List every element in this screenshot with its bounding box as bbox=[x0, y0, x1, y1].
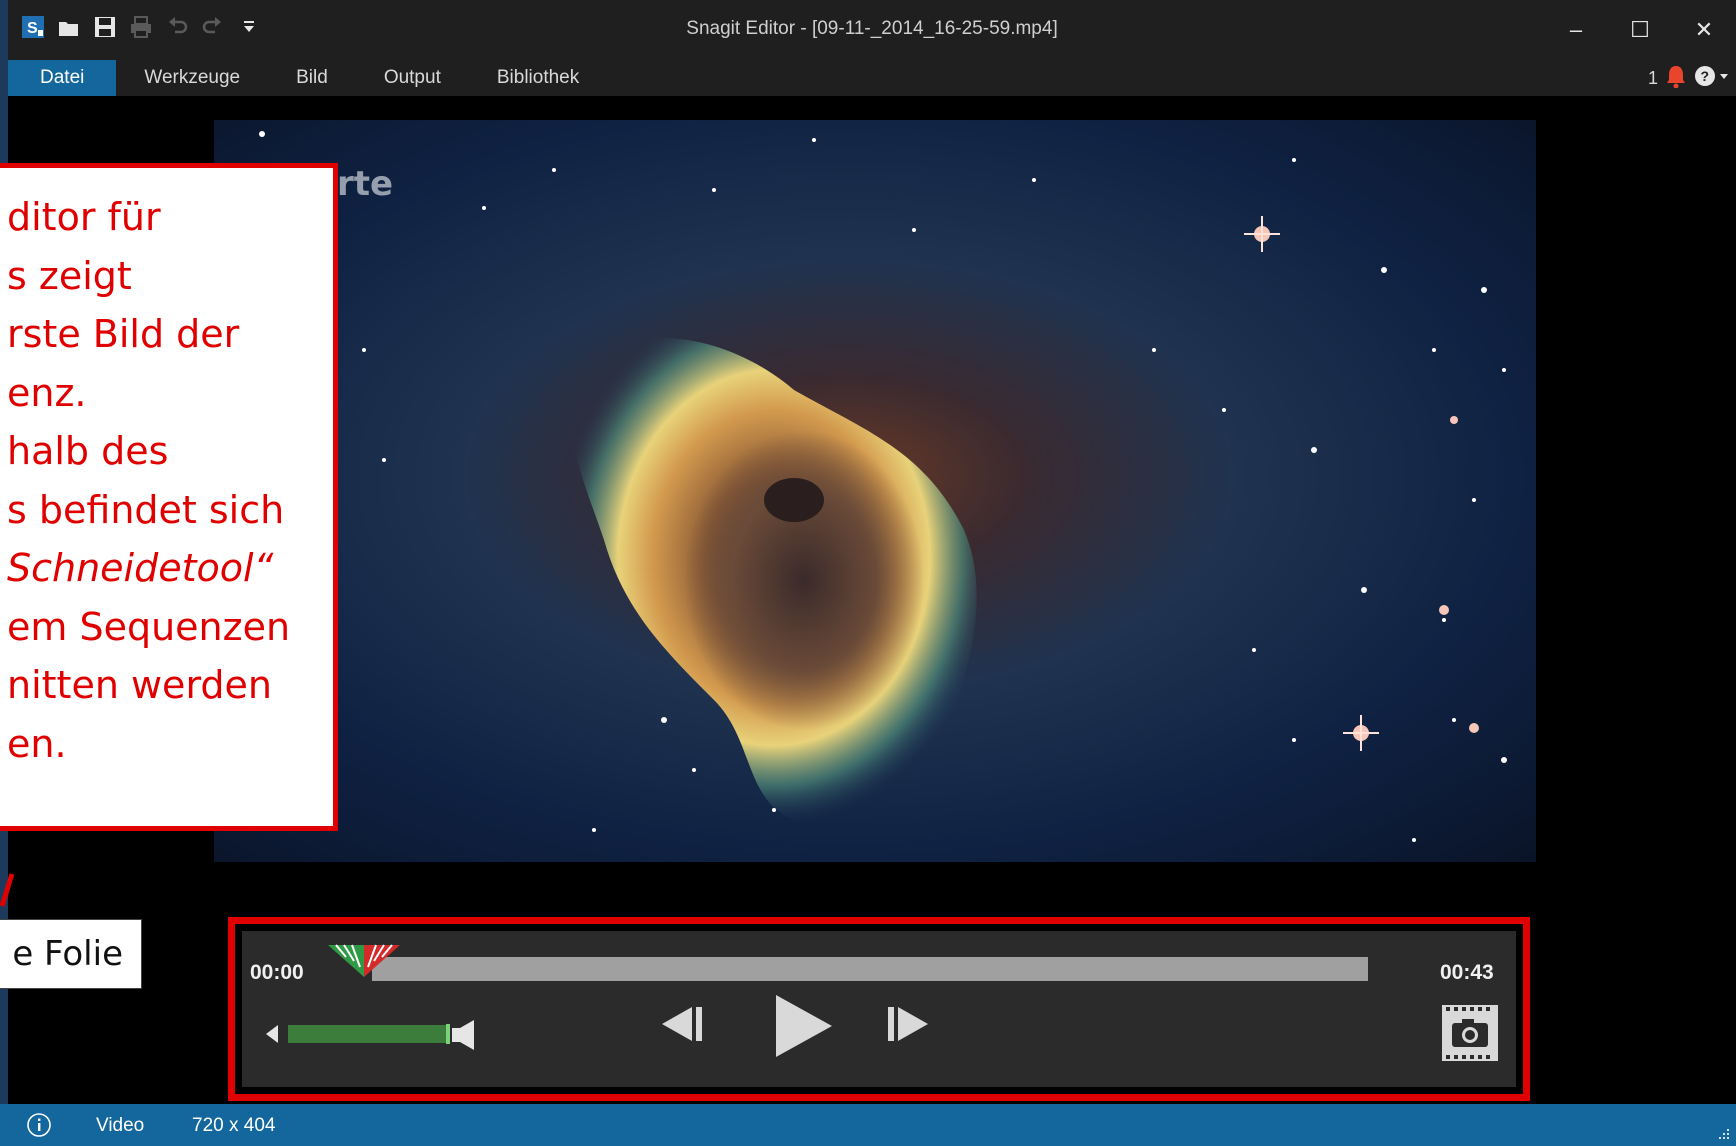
play-button[interactable] bbox=[772, 991, 836, 1061]
callout-italic-text: Schneidetool“ bbox=[7, 546, 274, 590]
help-icon[interactable]: ? bbox=[1694, 65, 1730, 92]
maximize-button[interactable]: ☐ bbox=[1608, 10, 1672, 50]
previous-frame-button[interactable] bbox=[658, 999, 708, 1049]
menu-bibliothek[interactable]: Bibliothek bbox=[469, 60, 607, 96]
media-type: Video bbox=[96, 1115, 145, 1136]
close-button[interactable]: ✕ bbox=[1672, 10, 1736, 50]
callout-line: s befindet sich bbox=[7, 487, 285, 532]
resize-grip-icon[interactable] bbox=[1718, 1128, 1730, 1140]
menu-datei[interactable]: Datei bbox=[8, 60, 117, 96]
callout-line: enz. bbox=[7, 370, 87, 415]
callout-line: rste Bild der bbox=[7, 312, 240, 356]
video-player-controls: 00:00 00:43 bbox=[242, 931, 1516, 1087]
minimize-button[interactable]: – bbox=[1544, 10, 1608, 50]
callout-line: s zeigt bbox=[7, 253, 132, 298]
bell-icon[interactable] bbox=[1666, 64, 1686, 93]
window-title: Snagit Editor - [09-11-_2014_16-25-59.mp… bbox=[686, 18, 1058, 39]
title-bar: S Snagit Editor - [09-11-_2014_16-25-59.… bbox=[8, 0, 1736, 60]
notification-count: 1 bbox=[1647, 67, 1658, 88]
menu-right-tools: 1 ? bbox=[1648, 60, 1730, 96]
window-controls: – ☐ ✕ bbox=[1544, 10, 1736, 50]
callout-line: halb des bbox=[7, 429, 169, 473]
menu-bar: Datei Werkzeuge Bild Output Bibliothek 1… bbox=[8, 60, 1736, 96]
annotation-callout: ditor für s zeigt rste Bild der enz. hal… bbox=[0, 163, 338, 831]
info-icon[interactable] bbox=[26, 1112, 52, 1138]
callout-line: ditor für bbox=[7, 195, 161, 239]
media-dimensions: 720 x 404 bbox=[192, 1115, 276, 1136]
star-field bbox=[252, 131, 1507, 842]
callout-line-italic: Schneidetool“ bbox=[0, 539, 299, 598]
next-frame-button[interactable] bbox=[882, 999, 932, 1049]
video-frame[interactable]: arte bbox=[214, 120, 1536, 862]
callout-line: em Sequenzen bbox=[7, 604, 291, 649]
snapshot-camera-icon[interactable] bbox=[1438, 1001, 1502, 1065]
menu-output[interactable]: Output bbox=[356, 60, 469, 96]
seek-bar[interactable] bbox=[372, 957, 1368, 981]
callout-line: nitten werden bbox=[7, 663, 272, 707]
status-bar: Video 720 x 404 bbox=[0, 1104, 1736, 1146]
annotation-arrow-tip bbox=[0, 873, 15, 907]
current-time: 00:00 bbox=[250, 961, 304, 984]
total-time: 00:43 bbox=[1440, 961, 1494, 984]
callout-line: en. bbox=[7, 721, 67, 766]
menu-bild[interactable]: Bild bbox=[268, 60, 356, 96]
volume-high-icon bbox=[452, 1020, 474, 1050]
folie-label: e Folie bbox=[0, 919, 142, 989]
volume-slider[interactable] bbox=[288, 1024, 450, 1044]
menu-werkzeuge[interactable]: Werkzeuge bbox=[116, 60, 268, 96]
menu-tabs: Datei Werkzeuge Bild Output Bibliothek bbox=[8, 60, 607, 96]
trim-marker-icon[interactable] bbox=[328, 941, 400, 979]
volume-low-icon bbox=[266, 1025, 278, 1043]
snagit-editor-window: S Snagit Editor - [09-11-_2014_16-25-59.… bbox=[0, 0, 1736, 1146]
svg-text:?: ? bbox=[1701, 68, 1710, 84]
callout-text: ditor für s zeigt rste Bild der enz. hal… bbox=[0, 188, 299, 773]
